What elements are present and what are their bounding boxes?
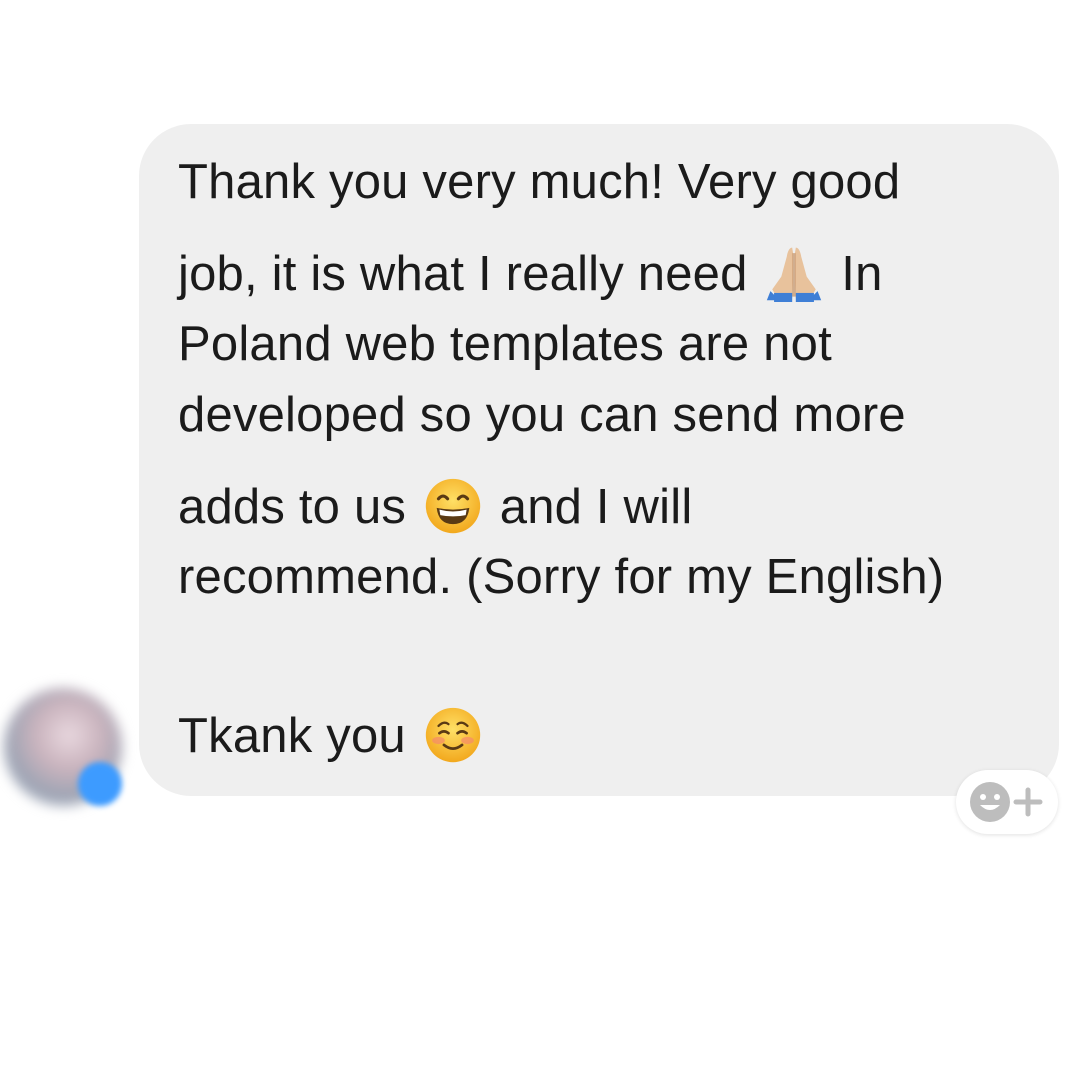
message-text: recommend. (Sorry for my English) (178, 550, 945, 604)
message-text: adds to us (178, 480, 407, 534)
message-text: job, it is what I really need (178, 247, 748, 301)
message-line: Thank you very much! Very good (178, 158, 900, 207)
add-reaction-button[interactable] (956, 770, 1058, 834)
message-text: Poland web templates are not (178, 317, 832, 371)
active-status-badge (78, 762, 122, 806)
message-text: Thank you very much! Very good (178, 155, 901, 209)
message-line: adds to us and I will (178, 477, 692, 535)
message-line: Tkank you (178, 706, 486, 764)
message-text: In (841, 247, 883, 301)
add-reaction-icon (970, 782, 1043, 822)
message-line: job, it is what I really need In (178, 244, 883, 302)
message-text: and I will (499, 480, 693, 534)
message-text: developed so you can send more (178, 388, 906, 442)
message-line: recommend. (Sorry for my English) (178, 553, 944, 602)
conversation-view: Thank you very much! Very good job, it i… (0, 0, 1080, 1080)
praying-hands-emoji (767, 247, 822, 302)
message-bubble[interactable] (139, 124, 1059, 796)
message-line: Poland web templates are not (178, 320, 832, 369)
smiling-face-emoji (425, 707, 480, 763)
message-line: developed so you can send more (178, 391, 906, 440)
grinning-face-emoji (425, 478, 481, 534)
message-text: Tkank you (178, 709, 406, 763)
